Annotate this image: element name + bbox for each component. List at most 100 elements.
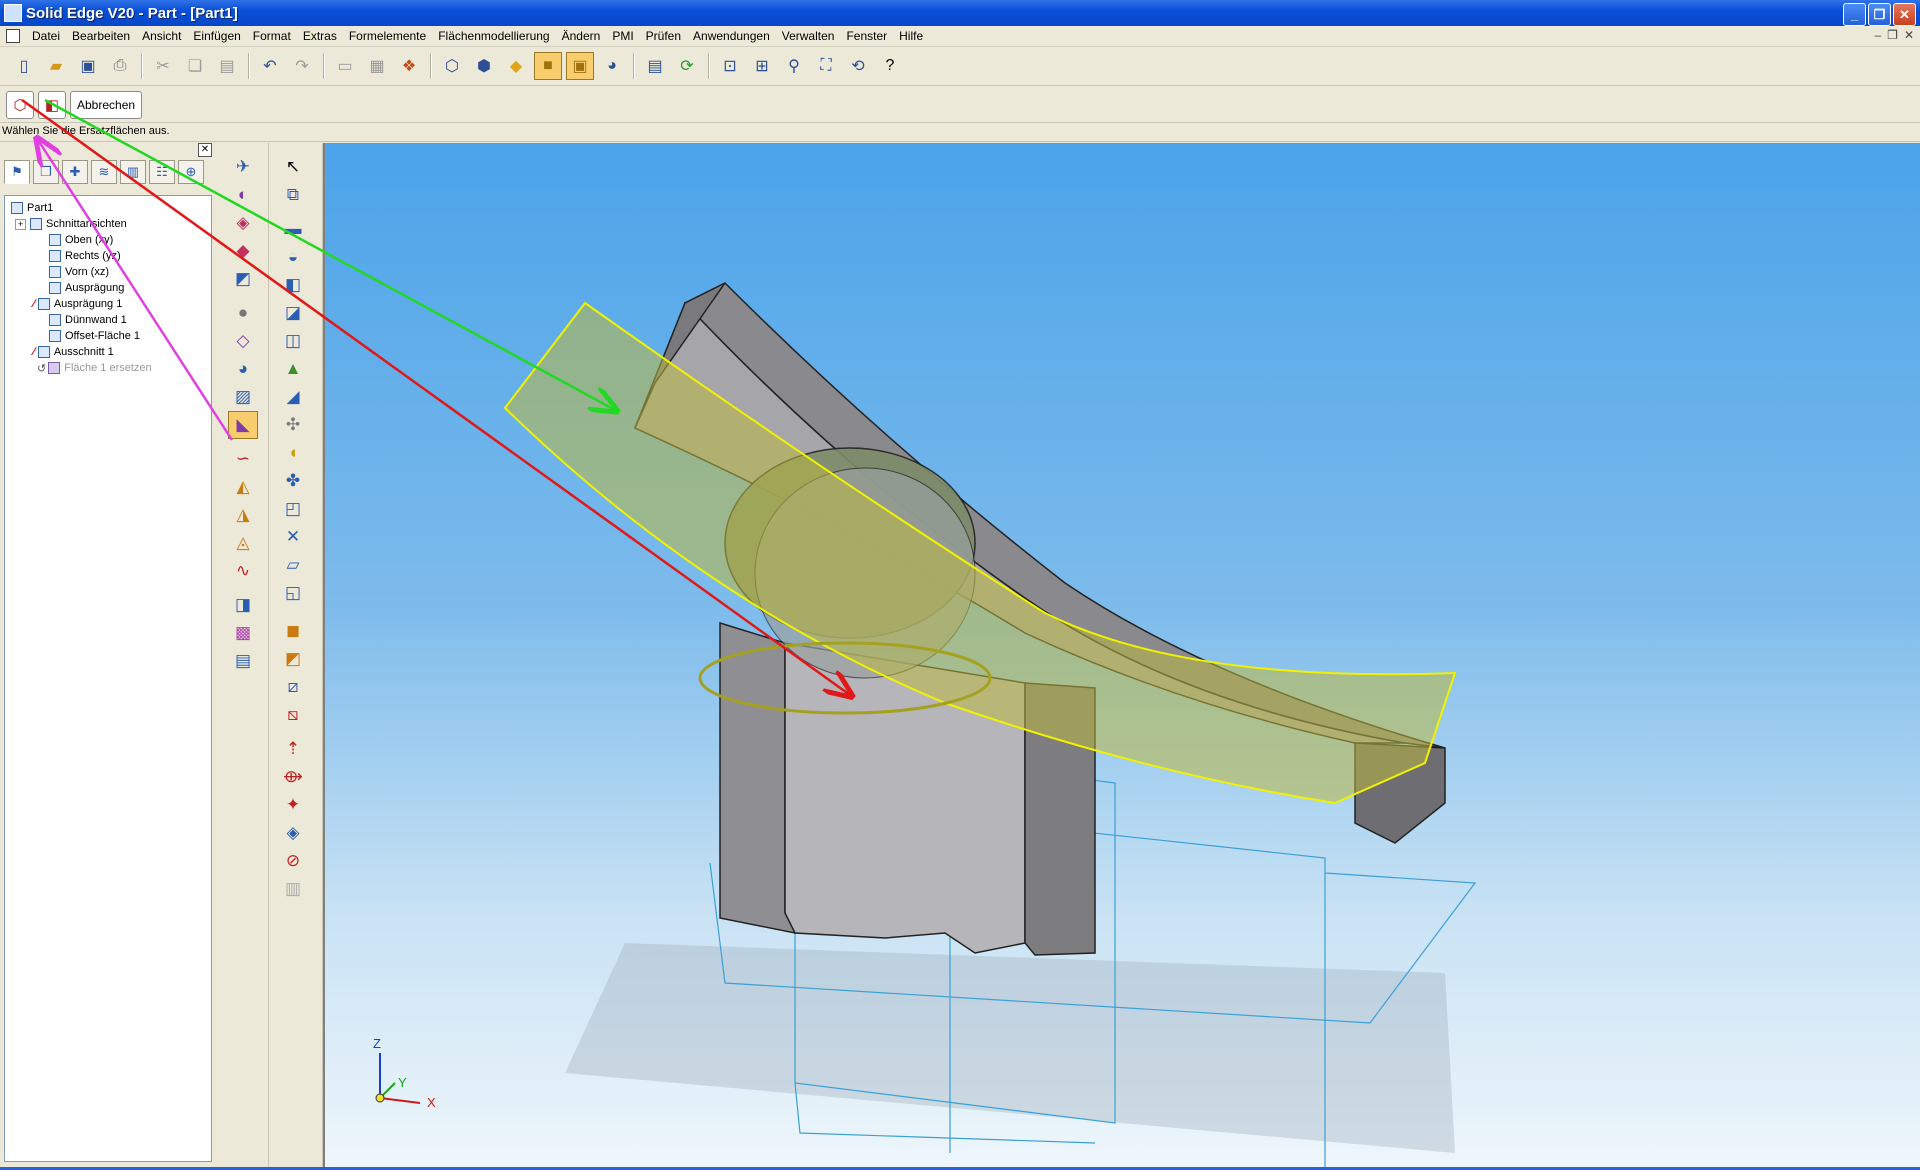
- rotate-face-icon[interactable]: ⟴: [278, 763, 308, 791]
- mdi-close-button[interactable]: ✕: [1904, 28, 1914, 42]
- tree-item-offset-flaeche-1[interactable]: Offset-Fläche 1: [5, 328, 211, 344]
- mirror-tool-icon[interactable]: ◨: [228, 591, 258, 619]
- rib-tool-icon[interactable]: ◖: [278, 439, 308, 467]
- helix-tool-icon[interactable]: ◫: [278, 327, 308, 355]
- fit-icon[interactable]: ⛶: [812, 52, 840, 80]
- tree-item-vorn[interactable]: Vorn (xz): [5, 264, 211, 280]
- tree-item-oben[interactable]: Oben (xy): [5, 232, 211, 248]
- revolved-protrusion-icon[interactable]: ◒: [278, 243, 308, 271]
- redefine-face-icon[interactable]: ◈: [278, 819, 308, 847]
- disabled-tool-icon[interactable]: ▥: [278, 875, 308, 903]
- tree-item-auspraegung-1[interactable]: ⁄ Ausprägung 1: [5, 296, 211, 312]
- revolve-tool-icon[interactable]: ◈: [228, 209, 258, 237]
- undo-icon[interactable]: ↶: [256, 52, 284, 80]
- subtract-icon[interactable]: ⧄: [278, 673, 308, 701]
- thicken-tool-icon[interactable]: ◢: [278, 383, 308, 411]
- paste-icon[interactable]: ▤: [213, 52, 241, 80]
- tree-item-rechts[interactable]: Rechts (yz): [5, 248, 211, 264]
- select-tool-icon[interactable]: ▦: [363, 52, 391, 80]
- cancel-button[interactable]: Abbrechen: [70, 90, 143, 119]
- draft-tool-icon[interactable]: ✣: [278, 411, 308, 439]
- sweep-surface-tool-icon[interactable]: ◮: [228, 501, 258, 529]
- graphics-viewport[interactable]: Z Y X: [323, 143, 1920, 1167]
- sphere-view-icon[interactable]: ◕: [598, 52, 626, 80]
- document-icon[interactable]: [6, 29, 20, 43]
- bluesurf-tool-icon[interactable]: ◭: [228, 473, 258, 501]
- menu-format[interactable]: Format: [247, 29, 297, 43]
- union-icon[interactable]: ◩: [278, 645, 308, 673]
- offset-tool-icon[interactable]: ▨: [228, 383, 258, 411]
- menu-einfuegen[interactable]: Einfügen: [187, 29, 246, 43]
- family-tab-icon[interactable]: ☷: [149, 160, 175, 184]
- zoom-area-icon[interactable]: ⊡: [716, 52, 744, 80]
- features-library-tab-icon[interactable]: ✚: [62, 160, 88, 184]
- thin-wall-tool-icon[interactable]: ◕: [228, 355, 258, 383]
- cutout-tool-icon[interactable]: ◆: [228, 237, 258, 265]
- delete-region-icon[interactable]: ⊘: [278, 847, 308, 875]
- spin-icon[interactable]: ⟲: [844, 52, 872, 80]
- select-target-face-icon[interactable]: ⬡: [6, 90, 34, 119]
- loft-tool-icon[interactable]: ◧: [278, 271, 308, 299]
- pathfinder-close-button[interactable]: ✕: [198, 143, 212, 157]
- menu-datei[interactable]: Datei: [26, 29, 66, 43]
- move-face-icon[interactable]: ⇡: [278, 735, 308, 763]
- web-network-tool-icon[interactable]: ✤: [278, 467, 308, 495]
- extruded-surface-tool-icon[interactable]: ◬: [228, 529, 258, 557]
- curve-tool-icon[interactable]: ∽: [228, 445, 258, 473]
- menu-pmi[interactable]: PMI: [606, 29, 639, 43]
- menu-anwendungen[interactable]: Anwendungen: [687, 29, 776, 43]
- copy-icon[interactable]: ❏: [181, 52, 209, 80]
- visible-edges-icon[interactable]: ▣: [566, 52, 594, 80]
- mdi-minimize-button[interactable]: –: [1874, 28, 1881, 42]
- menu-pruefen[interactable]: Prüfen: [640, 29, 687, 43]
- tree-item-schnittansichten[interactable]: + Schnittansichten: [5, 216, 211, 232]
- delete-face-icon[interactable]: ✦: [278, 791, 308, 819]
- tree-item-flaeche-1-ersetzen[interactable]: ↺ Fläche 1 ersetzen: [5, 360, 211, 376]
- pattern-tool-icon[interactable]: ▩: [228, 619, 258, 647]
- shaded-icon[interactable]: ◆: [502, 52, 530, 80]
- menu-verwalten[interactable]: Verwalten: [776, 29, 841, 43]
- redo-icon[interactable]: ↷: [288, 52, 316, 80]
- expand-icon[interactable]: +: [15, 218, 26, 230]
- replace-face-tool-icon[interactable]: ◣: [228, 411, 258, 439]
- tree-item-part1[interactable]: Part1: [5, 200, 211, 216]
- mounting-boss-icon[interactable]: ▱: [278, 551, 308, 579]
- close-button[interactable]: ✕: [1893, 3, 1916, 26]
- round-tool-icon[interactable]: ●: [228, 299, 258, 327]
- extrude-tool-icon[interactable]: ▬: [278, 215, 308, 243]
- layers-tab-icon[interactable]: ❐: [33, 160, 59, 184]
- mdi-restore-button[interactable]: ❐: [1887, 28, 1898, 42]
- vent-tool-icon[interactable]: ✕: [278, 523, 308, 551]
- help-icon[interactable]: ?: [876, 52, 904, 80]
- rebuild-icon[interactable]: ✈: [228, 153, 258, 181]
- normal-protrusion-icon[interactable]: ▲: [278, 355, 308, 383]
- swept-tool-icon[interactable]: ◪: [278, 299, 308, 327]
- print-icon[interactable]: ⎙: [106, 52, 134, 80]
- menu-formelemente[interactable]: Formelemente: [343, 29, 432, 43]
- menu-bearbeiten[interactable]: Bearbeiten: [66, 29, 136, 43]
- intersection-curve-tool-icon[interactable]: ∿: [228, 557, 258, 585]
- menu-extras[interactable]: Extras: [297, 29, 343, 43]
- hole-tool-icon[interactable]: ◩: [228, 265, 258, 293]
- parts-icon[interactable]: ❖: [395, 52, 423, 80]
- tree-item-duennwand-1[interactable]: Dünnwand 1: [5, 312, 211, 328]
- sketches-tab-icon[interactable]: ≋: [91, 160, 117, 184]
- chamfer-tool-icon[interactable]: ◇: [228, 327, 258, 355]
- maximize-button[interactable]: ❐: [1868, 3, 1891, 26]
- select-replacement-face-icon[interactable]: ◧: [38, 90, 66, 119]
- properties-icon[interactable]: ▭: [331, 52, 359, 80]
- menu-flaechenmodellierung[interactable]: Flächenmodellierung: [432, 29, 555, 43]
- add-body-icon[interactable]: ◼: [278, 617, 308, 645]
- cut-icon[interactable]: ✂: [149, 52, 177, 80]
- menu-ansicht[interactable]: Ansicht: [136, 29, 187, 43]
- new-icon[interactable]: ▯: [10, 52, 38, 80]
- save-icon[interactable]: ▣: [74, 52, 102, 80]
- rotate-icon[interactable]: ⟳: [673, 52, 701, 80]
- minimize-button[interactable]: _: [1843, 3, 1866, 26]
- split-body-icon[interactable]: ◱: [278, 579, 308, 607]
- sheet-tool-icon[interactable]: ▤: [228, 647, 258, 675]
- open-icon[interactable]: ▰: [42, 52, 70, 80]
- view-styles-icon[interactable]: ▤: [641, 52, 669, 80]
- lip-tool-icon[interactable]: ◰: [278, 495, 308, 523]
- iso-view-icon[interactable]: ⬡: [438, 52, 466, 80]
